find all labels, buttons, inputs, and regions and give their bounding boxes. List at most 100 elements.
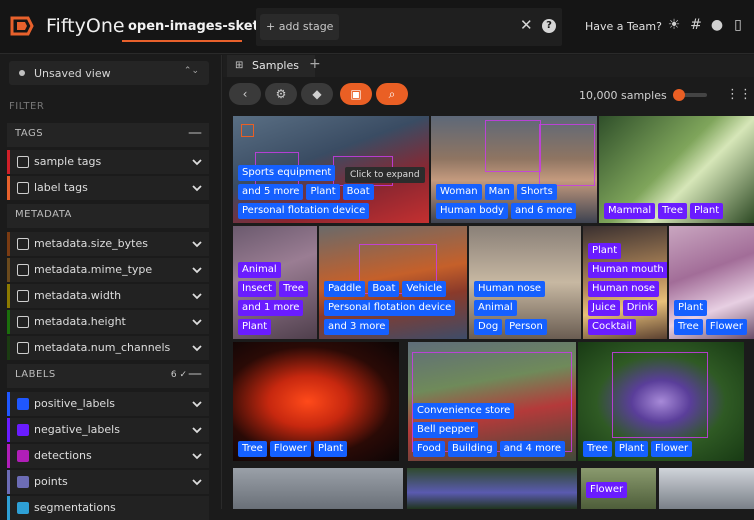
checkbox[interactable] — [17, 290, 29, 302]
have-a-team-link[interactable]: Have a Team? — [585, 20, 662, 33]
chevron-down-icon[interactable] — [192, 451, 202, 461]
sidebar-item-width[interactable]: metadata.width — [7, 284, 209, 308]
metadata-section-header[interactable]: METADATA — [7, 204, 209, 228]
sample-tile[interactable]: Tree Flower Plant — [233, 342, 399, 461]
sidebar-item-height[interactable]: metadata.height — [7, 310, 209, 334]
sidebar-toggle-button[interactable]: ‹ — [229, 83, 261, 105]
chevron-down-icon[interactable] — [192, 425, 202, 435]
slack-icon[interactable]: # — [688, 17, 704, 33]
sidebar-item-detections[interactable]: detections — [7, 444, 209, 468]
sidebar-item-label: metadata.num_channels — [34, 341, 171, 354]
sample-tile[interactable]: Mammal Tree Plant — [599, 116, 754, 223]
sample-tile[interactable] — [233, 468, 403, 509]
zoom-slider-handle[interactable] — [673, 89, 685, 101]
checkbox-checked[interactable] — [17, 450, 29, 462]
checkbox-checked[interactable] — [17, 424, 29, 436]
chevron-down-icon[interactable] — [192, 239, 202, 249]
sample-image — [659, 468, 754, 509]
color-bar — [7, 336, 10, 360]
close-icon[interactable]: ✕ — [520, 16, 533, 34]
checkbox-checked[interactable] — [17, 502, 29, 514]
tab-samples[interactable]: ⊞ Samples — [227, 55, 315, 77]
checkbox[interactable] — [17, 342, 29, 354]
sidebar-item-label: positive_labels — [34, 397, 115, 410]
chevron-down-icon[interactable] — [192, 317, 202, 327]
chevron-down-icon[interactable] — [192, 399, 202, 409]
sidebar-item-positive-labels[interactable]: positive_labels — [7, 392, 209, 416]
color-bar — [7, 444, 10, 468]
tile-tags: Tree Plant Flower — [583, 441, 740, 457]
sample-tile[interactable]: Plant and 1 more Insect Tree Animal — [233, 226, 317, 339]
chevron-down-icon[interactable] — [192, 265, 202, 275]
sample-tile[interactable] — [407, 468, 577, 509]
help-icon[interactable]: ? — [542, 19, 556, 33]
sidebar: Unsaved view ⌃⌄ FILTER TAGS — sample tag… — [0, 55, 222, 520]
label-tag: Sports equipment — [238, 165, 336, 181]
tile-tags: Tree Flower Plant — [238, 441, 395, 457]
color-bar — [7, 258, 10, 282]
label-tag: and 3 more — [324, 319, 390, 335]
sidebar-item-label-tags[interactable]: label tags — [7, 176, 209, 200]
label-tag: Plant — [674, 300, 708, 316]
sample-tile[interactable]: Tree Plant Flower — [578, 342, 744, 461]
sample-tile[interactable]: and 3 more Personal flotation device Pad… — [319, 226, 467, 339]
sample-select-checkbox[interactable] — [241, 124, 254, 137]
sample-tile[interactable]: Dog Person Animal Human nose — [469, 226, 581, 339]
sidebar-item-sample-tags[interactable]: sample tags — [7, 150, 209, 174]
fiftyone-logo-icon[interactable] — [8, 12, 36, 40]
sidebar-item-segmentations[interactable]: segmentations — [7, 496, 209, 520]
checkbox[interactable] — [17, 156, 29, 168]
chevron-down-icon[interactable] — [192, 183, 202, 193]
sample-tile[interactable]: Cocktail Juice Drink Human nose Human mo… — [583, 226, 667, 339]
sample-image — [233, 468, 403, 509]
sun-icon[interactable]: ☀ — [666, 17, 682, 33]
sidebar-item-label: points — [34, 475, 68, 488]
add-stage-button[interactable]: + add stage — [260, 14, 340, 40]
add-panel-button[interactable]: + — [309, 56, 321, 72]
chevron-down-icon[interactable] — [192, 157, 202, 167]
collapse-icon[interactable]: — — [188, 366, 202, 382]
sidebar-item-mime-type[interactable]: metadata.mime_type — [7, 258, 209, 282]
tile-tags: Dog Person Animal Human nose — [474, 281, 577, 335]
gear-icon[interactable]: ⚙ — [265, 83, 297, 105]
dataset-selector[interactable]: open-images-sketch — [128, 19, 276, 34]
sample-tile[interactable]: Human body and 6 more Woman Man Shorts — [431, 116, 597, 223]
tile-tags: Plant and 1 more Insect Tree Animal — [238, 262, 313, 335]
checkbox-checked[interactable] — [17, 398, 29, 410]
checkbox[interactable] — [17, 316, 29, 328]
sample-tile[interactable]: Flower — [581, 468, 656, 509]
checkbox[interactable] — [17, 238, 29, 250]
chevron-down-icon[interactable] — [192, 291, 202, 301]
docs-icon[interactable]: ▯ — [730, 17, 746, 33]
grid-layout-icon[interactable]: ⋮⋮⋮ — [726, 87, 754, 102]
tags-section-header[interactable]: TAGS — — [7, 123, 209, 147]
sidebar-item-size-bytes[interactable]: metadata.size_bytes — [7, 232, 209, 256]
label-tag: Boat — [342, 184, 374, 200]
chevron-down-icon[interactable] — [192, 477, 202, 487]
view-selector[interactable]: Unsaved view ⌃⌄ — [9, 61, 209, 85]
sidebar-item-num-channels[interactable]: metadata.num_channels — [7, 336, 209, 360]
label-tag: Plant — [238, 319, 272, 335]
sample-tile[interactable]: Tree Flower Plant — [669, 226, 754, 339]
sample-tile[interactable] — [659, 468, 754, 509]
sidebar-item-negative-labels[interactable]: negative_labels — [7, 418, 209, 442]
label-tag: Tree — [279, 281, 308, 297]
checkbox[interactable] — [17, 264, 29, 276]
labels-section-header[interactable]: LABELS 6 ✓ — — [7, 364, 209, 388]
search-icon[interactable]: ⌕ — [376, 83, 408, 105]
dataset-underline — [122, 40, 242, 42]
tag-icon[interactable]: ◆ — [301, 83, 333, 105]
selection-icon[interactable]: ▣ — [340, 83, 372, 105]
chevron-down-icon[interactable] — [192, 343, 202, 353]
collapse-icon[interactable]: — — [188, 125, 202, 141]
grid-icon: ⊞ — [235, 60, 244, 71]
checkbox-checked[interactable] — [17, 476, 29, 488]
sidebar-item-points[interactable]: points — [7, 470, 209, 494]
label-tag: Boat — [368, 281, 400, 297]
color-bar — [7, 310, 10, 334]
sample-tile[interactable]: Food Building and 4 more Bell pepper Con… — [408, 342, 576, 461]
checkbox[interactable] — [17, 182, 29, 194]
github-icon[interactable]: ● — [709, 17, 725, 33]
color-bar — [7, 232, 10, 256]
labels-count: 6 — [170, 370, 177, 380]
